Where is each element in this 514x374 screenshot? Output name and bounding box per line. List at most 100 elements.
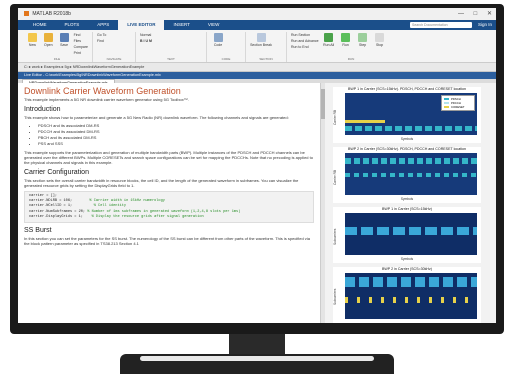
code-icon	[213, 33, 223, 42]
search-documentation-input[interactable]: Search Documentation	[410, 22, 472, 28]
live-editor-content: Downlink Carrier Waveform Generation Thi…	[18, 83, 496, 323]
grid-band	[345, 277, 477, 287]
minimize-icon[interactable]: —	[458, 11, 464, 17]
output-figures-panel: BWP 1 in Carrier (SCS=15kHz). PDSCH, PDC…	[325, 83, 496, 323]
run-to-end-button[interactable]: Run to End	[291, 44, 319, 50]
figure-bwp1-channels[interactable]: BWP 1 in Carrier (SCS=15kHz). PDSCH, PDC…	[333, 87, 481, 143]
grid-band	[345, 227, 477, 235]
folder-icon	[43, 33, 53, 42]
ribbon-group-label: FILE	[53, 57, 61, 61]
x-axis-label: Symbols	[400, 137, 414, 141]
figure-title: BWP 1 in Carrier (SCS=15kHz). PDSCH, PDC…	[348, 87, 466, 91]
monitor-frame: MATLAB R2018b — □ ✕ HOME PLOTS APPS LIVE…	[10, 4, 504, 334]
heading-ss-burst: SS Burst	[24, 227, 52, 235]
y-axis-label: Subcarriers	[333, 288, 337, 305]
new-file-icon	[27, 33, 37, 42]
heading-introduction: Introduction	[24, 106, 61, 113]
resource-grid-plot	[345, 213, 477, 255]
code-line[interactable]: carrier.DisplayGrids = 1;	[29, 215, 83, 219]
live-editor-titlebar: Live Editor - C:\work\Examples\5g\NRDown…	[18, 72, 496, 79]
figure-title: BWP 1 in Carrier (SCS=15kHz)	[382, 207, 432, 211]
folder-path[interactable]: C: ▸ work ▸ Examples ▸ 5g ▸ NRDownlinkWa…	[24, 65, 144, 69]
resource-grid-plot	[345, 153, 477, 195]
tab-view[interactable]: VIEW	[199, 20, 229, 30]
code-comment: % Carrier width in 15kHz numerology	[89, 199, 165, 204]
live-script-document[interactable]: Downlink Carrier Waveform Generation Thi…	[18, 83, 321, 323]
ribbon: New Open Save Find Files Compare Print F…	[18, 30, 496, 63]
resource-grid-plot	[345, 273, 477, 319]
window-titlebar: MATLAB R2018b — □ ✕	[18, 8, 496, 20]
legend-swatch	[444, 98, 449, 101]
maximize-icon[interactable]: □	[474, 11, 478, 17]
current-folder-bar[interactable]: C: ▸ work ▸ Examples ▸ 5g ▸ NRDownlinkWa…	[18, 63, 496, 72]
y-axis-label: Carrier RB	[333, 169, 337, 185]
code-line[interactable]: carrier.NDLRB = 106;	[29, 199, 72, 203]
tab-home[interactable]: HOME	[24, 20, 56, 30]
toolstrip-tabs: HOME PLOTS APPS LIVE EDITOR INSERT VIEW …	[18, 20, 496, 30]
x-axis-label: Symbols	[400, 197, 414, 201]
heading-carrier-configuration: Carrier Configuration	[24, 169, 89, 176]
intro-line: This example implements a 5G NR downlink…	[24, 97, 189, 102]
list-item: PSS and SSS	[38, 141, 314, 147]
legend-label: CORESET	[451, 105, 465, 109]
matlab-logo-icon	[24, 11, 29, 17]
pdsch-band	[345, 173, 477, 177]
run-icon	[341, 33, 351, 42]
find-button[interactable]: Find	[97, 38, 106, 44]
ribbon-group-code: Code CODE	[207, 32, 246, 62]
introduction-paragraph: This example shows how to parameterize a…	[24, 115, 289, 120]
figure-bwp2-channels[interactable]: BWP 2 in Carrier (SCS=30kHz). PDSCH, PDC…	[333, 147, 481, 203]
format-buttons[interactable]: B I U M	[140, 38, 152, 44]
monitor-neck	[229, 334, 285, 356]
ribbon-group-navigate: Go To Find NAVIGATE	[93, 32, 136, 62]
code-comment: % Display the resource grids after signa…	[91, 214, 204, 219]
code-block[interactable]: carrier = []; carrier.NDLRB = 106; % Car…	[24, 191, 314, 224]
figure-title: BWP 2 in Carrier (SCS=30kHz)	[382, 267, 432, 271]
code-line[interactable]: carrier.NCellID = 1;	[29, 204, 72, 208]
stop-icon	[375, 33, 385, 42]
code-comment: % Number of 1ms subframes in generated w…	[87, 209, 241, 214]
tab-insert[interactable]: INSERT	[164, 20, 198, 30]
tab-live-editor[interactable]: LIVE EDITOR	[118, 20, 165, 30]
legend-swatch	[444, 102, 449, 105]
save-icon	[59, 33, 69, 42]
code-line[interactable]: carrier = [];	[29, 194, 57, 198]
carrier-paragraph: This section sets the overall carrier ba…	[24, 178, 299, 188]
bwp-paragraph: This example supports the parameterizati…	[24, 150, 313, 165]
figure-title: BWP 2 in Carrier (SCS=30kHz). PDSCH, PDC…	[348, 147, 466, 151]
ribbon-group-label: CODE	[221, 57, 231, 61]
ribbon-group-label: SECTION	[259, 57, 273, 61]
y-axis-label: Carrier RB	[333, 109, 337, 125]
legend-swatch	[444, 106, 449, 109]
ribbon-group-run: Run Section Run and Advance Run to End R…	[287, 32, 415, 62]
document-title: Downlink Carrier Waveform Generation	[24, 86, 181, 96]
figure-bwp1-grid[interactable]: BWP 1 in Carrier (SCS=15kHz) Subcarriers…	[333, 207, 481, 263]
editor-title: Live Editor - C:\work\Examples\5g\NRDown…	[24, 73, 161, 77]
ribbon-group-section: Section Break SECTION	[246, 32, 287, 62]
window-controls: — □ ✕	[450, 8, 492, 20]
sign-in-link[interactable]: Sign In	[478, 20, 492, 30]
close-icon[interactable]: ✕	[487, 11, 492, 17]
ribbon-group-file: New Open Save Find Files Compare Print F…	[22, 32, 93, 62]
run-all-icon	[324, 33, 334, 42]
ribbon-group-label: NAVIGATE	[106, 57, 122, 61]
tab-apps[interactable]: APPS	[88, 20, 118, 30]
y-axis-label: Subcarriers	[333, 228, 337, 245]
stand-highlight	[140, 356, 374, 361]
figure-bwp2-grid[interactable]: BWP 2 in Carrier (SCS=30kHz) Subcarriers	[333, 267, 481, 323]
channel-list: PDSCH and its associated DM-RS PDCCH and…	[38, 123, 314, 147]
code-line[interactable]: carrier.NumSubframes = 20;	[29, 210, 85, 214]
legend: PDSCH PDCCH CORESET	[441, 95, 475, 111]
find-files-button[interactable]: Find Files	[74, 32, 88, 44]
ribbon-group-text: Normal B I U M TEXT	[136, 32, 207, 62]
pdsch-band	[345, 158, 477, 164]
print-button[interactable]: Print	[74, 50, 88, 56]
code-comment: % Cell identity	[93, 204, 127, 209]
ribbon-group-label: TEXT	[167, 57, 175, 61]
ss-burst-paragraph: In this section you can set the paramete…	[24, 236, 310, 247]
x-axis-label: Symbols	[400, 257, 414, 261]
grid-band	[345, 297, 477, 303]
pdsch-band	[345, 126, 477, 131]
tab-plots[interactable]: PLOTS	[56, 20, 89, 30]
legend-item: CORESET	[444, 105, 472, 109]
